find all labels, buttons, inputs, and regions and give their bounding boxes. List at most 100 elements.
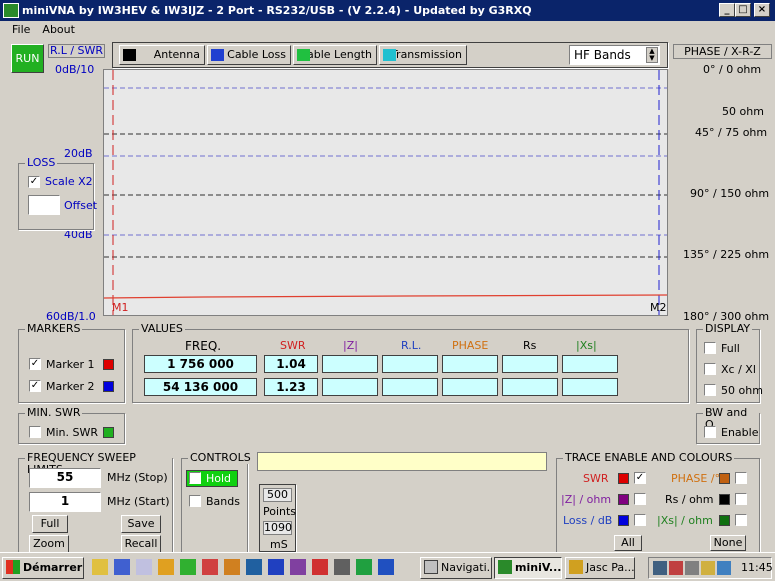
run-button[interactable]: RUN: [11, 44, 44, 73]
marker2-swr-value: 1.23: [264, 378, 318, 396]
trace-xs-checkbox[interactable]: [735, 514, 747, 526]
controls-group: CONTROLS Hold Bands: [181, 452, 253, 553]
hold-toggle[interactable]: Hold: [186, 470, 238, 487]
save-button[interactable]: Save: [121, 515, 161, 533]
stop-freq-input[interactable]: 55: [29, 468, 101, 488]
quicklaunch-icon[interactable]: [268, 559, 284, 575]
recall-button[interactable]: Recall: [121, 535, 161, 553]
tray-icon[interactable]: [653, 561, 667, 575]
start-freq-input[interactable]: 1: [29, 492, 101, 512]
50ohm-label: 50 ohm: [721, 384, 763, 397]
transmission-mode-button[interactable]: Transmission: [379, 45, 467, 65]
quicklaunch-icon[interactable]: [356, 559, 372, 575]
min-swr-label: Min. SWR: [46, 426, 99, 439]
cable-length-mode-button[interactable]: Cable Length: [293, 45, 377, 65]
trace-loss-color[interactable]: [618, 515, 629, 526]
marker2-checkbox[interactable]: ✓: [29, 380, 41, 392]
full-label: Full: [721, 342, 740, 355]
right-axis-1: 50 ohm: [722, 105, 764, 118]
marker2-phase-value: [442, 378, 498, 396]
sweep-group: FREQUENCY SWEEP LIMITS 55 MHz (Stop) 1 M…: [18, 452, 173, 553]
offset-label: Offset: [64, 199, 98, 212]
min-swr-checkbox[interactable]: [29, 426, 41, 438]
quicklaunch-icon[interactable]: [92, 559, 108, 575]
marker2-label: M2: [650, 301, 667, 314]
task-navigator[interactable]: Navigati...: [420, 557, 492, 579]
quicklaunch-icon[interactable]: [246, 559, 262, 575]
antenna-icon: [123, 49, 136, 61]
quicklaunch-icon[interactable]: [334, 559, 350, 575]
50ohm-checkbox[interactable]: [704, 384, 716, 396]
tray-icon[interactable]: [701, 561, 715, 575]
offset-input[interactable]: [28, 195, 60, 215]
left-axis-top: 0dB/10: [55, 63, 95, 76]
spinner-icon[interactable]: ▲ ▼: [646, 47, 658, 63]
quicklaunch-icon[interactable]: [158, 559, 174, 575]
min-swr-group: MIN. SWR Min. SWR: [18, 407, 125, 444]
trace-phase-checkbox[interactable]: [735, 472, 747, 484]
trace-title: TRACE ENABLE AND COLOURS: [563, 451, 735, 464]
quicklaunch-icon[interactable]: [224, 559, 240, 575]
trace-swr-color[interactable]: [618, 473, 629, 484]
bands-checkbox[interactable]: [189, 495, 201, 507]
bands-label: Bands: [206, 495, 240, 508]
antenna-mode-button[interactable]: Antenna: [119, 45, 205, 65]
tray-icon[interactable]: [717, 561, 731, 575]
bwq-enable-checkbox[interactable]: [704, 426, 716, 438]
task-jasc[interactable]: Jasc Pa...: [565, 557, 635, 579]
marker2-color-swatch[interactable]: [103, 381, 114, 392]
zoom-button[interactable]: Zoom: [29, 535, 69, 553]
right-axis-4: 135° / 225 ohm: [683, 248, 770, 261]
trace-rs-checkbox[interactable]: [735, 493, 747, 505]
taskbar: Démarrer Navigati... miniV... Jasc Pa...…: [0, 552, 775, 581]
navigator-icon: [424, 560, 438, 574]
bwq-group: BW and Q Enable: [696, 407, 760, 444]
full-checkbox[interactable]: [704, 342, 716, 354]
trace-rs-color[interactable]: [719, 494, 730, 505]
xc-xl-label: Xc / Xl: [721, 363, 756, 376]
quicklaunch-icon[interactable]: [114, 559, 130, 575]
trace-z-checkbox[interactable]: [634, 493, 646, 505]
trace-loss-checkbox[interactable]: [634, 514, 646, 526]
trace-phase-color[interactable]: [719, 473, 730, 484]
min-swr-color-swatch[interactable]: [103, 427, 114, 438]
tray-icon[interactable]: [669, 561, 683, 575]
quicklaunch-icon[interactable]: [290, 559, 306, 575]
trace-swr-checkbox[interactable]: ✓: [634, 472, 646, 484]
jasc-icon: [569, 560, 583, 574]
cable-length-icon: [297, 49, 310, 61]
band-select[interactable]: HF Bands ▲ ▼: [569, 45, 660, 65]
marker2-z-value: [322, 378, 378, 396]
quicklaunch-icon[interactable]: [180, 559, 196, 575]
menu-about[interactable]: About: [42, 23, 75, 36]
rl-swr-label: R.L / SWR: [48, 44, 105, 58]
title-bar: miniVNA by IW3HEV & IW3IJZ - 2 Port - RS…: [0, 0, 775, 21]
close-button[interactable]: ×: [754, 3, 770, 17]
hold-checkbox[interactable]: [189, 472, 201, 484]
cable-loss-icon: [211, 49, 224, 61]
quicklaunch-icon[interactable]: [312, 559, 328, 575]
marker1-color-swatch[interactable]: [103, 359, 114, 370]
tray-icon[interactable]: [685, 561, 699, 575]
trace-z-color[interactable]: [618, 494, 629, 505]
marker1-checkbox[interactable]: ✓: [29, 358, 41, 370]
ms-label: mS: [270, 538, 288, 551]
trace-xs-color[interactable]: [719, 515, 730, 526]
scale-x2-checkbox[interactable]: ✓: [28, 176, 40, 188]
task-minivna[interactable]: miniV...: [494, 557, 562, 579]
full-button[interactable]: Full: [32, 515, 68, 533]
trace-xs-label: |Xs| / ohm: [657, 514, 713, 527]
menu-file[interactable]: File: [12, 23, 30, 36]
trace-none-button[interactable]: None: [710, 535, 746, 551]
maximize-button[interactable]: □: [735, 3, 751, 17]
trace-all-button[interactable]: All: [614, 535, 642, 551]
quicklaunch-icon[interactable]: [378, 559, 394, 575]
quicklaunch-icon[interactable]: [202, 559, 218, 575]
cable-loss-mode-button[interactable]: Cable Loss: [207, 45, 291, 65]
values-title: VALUES: [139, 322, 185, 335]
marker2-xs-value: [562, 378, 618, 396]
start-button[interactable]: Démarrer: [2, 557, 84, 579]
minimize-button[interactable]: _: [719, 3, 735, 17]
xc-xl-checkbox[interactable]: [704, 363, 716, 375]
quicklaunch-icon[interactable]: [136, 559, 152, 575]
